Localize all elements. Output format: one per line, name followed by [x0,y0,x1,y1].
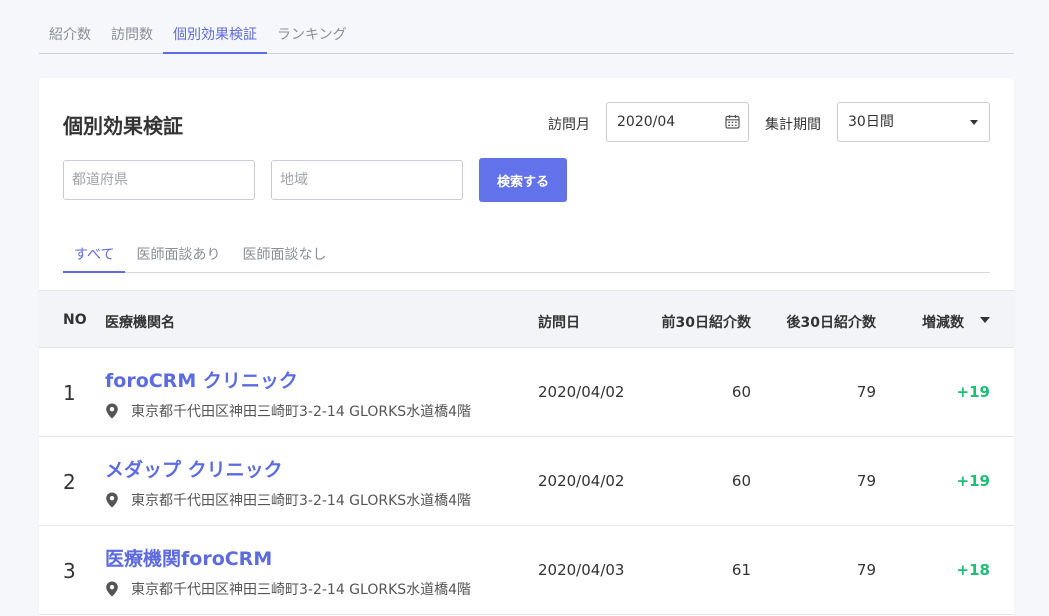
tab-without-interview[interactable]: 医師面談なし [231,228,337,273]
header-before-count: 前30日紹介数 [661,315,751,331]
header-name: 医療機関名 [105,315,175,331]
row-number: 1 [63,381,76,405]
main-card: 個別効果検証 訪問月 2020/04 集計期間 30日間 検索する すべて 医師… [39,78,1014,616]
institution-name-link[interactable]: メダップ クリニック [105,455,283,482]
top-tab-bar: 紹介数 訪問数 個別効果検証 ランキング [39,0,1014,54]
after-count: 79 [856,561,876,579]
location-pin-icon [106,403,118,419]
institution-address: 東京都千代田区神田三崎町3-2-14 GLORKS水道橋4階 [105,401,471,421]
row-number: 3 [63,559,76,583]
tab-with-interview[interactable]: 医師面談あり [125,228,231,273]
period-value: 30日間 [848,114,894,130]
table-header: NO 医療機関名 訪問日 前30日紹介数 後30日紹介数 増減数 [39,290,1014,348]
period-label: 集計期間 [765,117,821,133]
table-row: 2 メダップ クリニック 東京都千代田区神田三崎町3-2-14 GLORKS水道… [39,437,1014,526]
search-button[interactable]: 検索する [479,158,567,202]
institution-address: 東京都千代田区神田三崎町3-2-14 GLORKS水道橋4階 [105,579,471,599]
address-text: 東京都千代田区神田三崎町3-2-14 GLORKS水道橋4階 [131,582,472,598]
tab-individual-effect[interactable]: 個別効果検証 [163,0,267,54]
diff-count: +18 [956,561,990,579]
page-title: 個別効果検証 [63,114,183,138]
header-no: NO [63,312,87,328]
after-count: 79 [856,472,876,490]
chevron-down-icon [970,120,978,125]
institution-address: 東京都千代田区神田三崎町3-2-14 GLORKS水道橋4階 [105,490,471,510]
before-count: 61 [731,561,751,579]
visit-month-value: 2020/04 [617,114,676,130]
institution-name-link[interactable]: 医療機関foroCRM [105,544,272,571]
before-count: 60 [731,383,751,401]
region-input[interactable] [271,160,463,200]
row-number: 2 [63,470,76,494]
visit-month-label: 訪問月 [548,117,590,133]
calendar-icon [725,115,740,129]
tab-all[interactable]: すべて [63,228,126,273]
header-visit-date: 訪問日 [538,315,580,331]
location-pin-icon [106,492,118,508]
before-count: 60 [731,472,751,490]
header-after-count: 後30日紹介数 [786,315,876,331]
location-pin-icon [106,581,118,597]
after-count: 79 [856,383,876,401]
address-text: 東京都千代田区神田三崎町3-2-14 GLORKS水道橋4階 [131,493,472,509]
header-diff: 増減数 [922,315,964,331]
table-row: 1 foroCRM クリニック 東京都千代田区神田三崎町3-2-14 GLORK… [39,348,1014,437]
visit-month-picker[interactable]: 2020/04 [606,102,749,142]
visit-date: 2020/04/02 [538,383,625,401]
tab-ranking[interactable]: ランキング [267,0,357,54]
diff-count: +19 [956,472,990,490]
visit-date: 2020/04/03 [538,561,625,579]
period-select[interactable]: 30日間 [837,102,990,142]
address-text: 東京都千代田区神田三崎町3-2-14 GLORKS水道橋4階 [131,404,472,420]
visit-date: 2020/04/02 [538,472,625,490]
interview-filter-tabs: すべて 医師面談あり 医師面談なし [63,228,990,273]
sort-caret-icon[interactable] [980,317,990,323]
tab-referrals[interactable]: 紹介数 [39,0,101,54]
table-row: 3 医療機関foroCRM 東京都千代田区神田三崎町3-2-14 GLORKS水… [39,526,1014,615]
institution-name-link[interactable]: foroCRM クリニック [105,366,298,393]
prefecture-input[interactable] [63,160,255,200]
diff-count: +19 [956,383,990,401]
tab-visits[interactable]: 訪問数 [101,0,163,54]
